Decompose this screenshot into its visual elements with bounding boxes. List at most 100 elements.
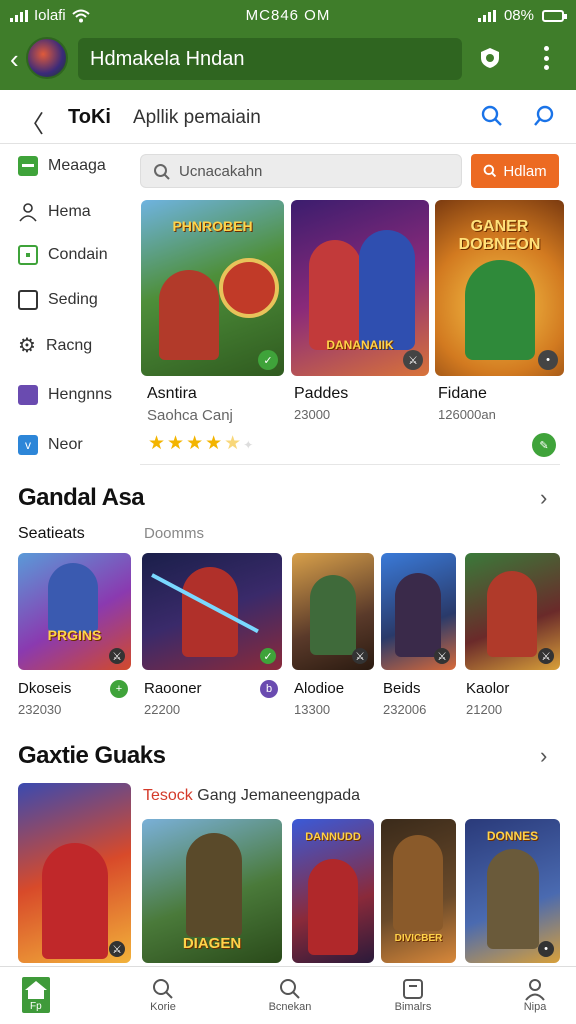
- card-subtitle: 126000an: [438, 407, 496, 422]
- chat-search-icon[interactable]: [532, 104, 556, 128]
- game-card[interactable]: DONNES •: [465, 819, 560, 963]
- more-options-icon[interactable]: [534, 46, 558, 70]
- game-card[interactable]: ⚔: [18, 783, 131, 963]
- sidebar-item-label: Condain: [48, 246, 108, 263]
- sidebar-item-label: Neor: [48, 436, 83, 453]
- card-title: Raooner: [144, 680, 202, 697]
- nav-label: Korie: [150, 1001, 176, 1013]
- game-card[interactable]: DIAGEN: [142, 819, 282, 963]
- section-title: Gaxtie Guaks: [18, 742, 166, 769]
- game-card[interactable]: ⚔: [381, 553, 456, 670]
- search-icon: [280, 979, 300, 999]
- sidebar-item-label: Racng: [45, 337, 93, 354]
- game-card[interactable]: DIVICBER: [381, 819, 456, 963]
- back-arrow-icon[interactable]: ‹: [10, 46, 19, 72]
- status-bar: Iolaﬁ MC846 OM 08%: [0, 0, 576, 32]
- card-title: Kaolor: [466, 680, 510, 697]
- section-title: Gandal Asa: [18, 484, 145, 511]
- search-button[interactable]: Hdlam: [471, 154, 559, 188]
- green-square-icon: [18, 156, 38, 176]
- status-right: 08%: [477, 7, 567, 24]
- battery-percent: 08%: [503, 7, 534, 24]
- tab-doomms[interactable]: Doomms: [144, 525, 204, 542]
- game-card[interactable]: DANNUDD: [292, 819, 374, 963]
- card-art-title: DANNUDD: [305, 831, 361, 843]
- avatar[interactable]: [26, 37, 68, 79]
- nav-home[interactable]: Fp: [22, 977, 50, 1013]
- search-icon: [483, 164, 497, 178]
- sidebar-item-label: Meaaga: [48, 157, 106, 174]
- home-icon: [25, 981, 47, 999]
- game-card[interactable]: ⚔: [465, 553, 560, 670]
- toolbar: 〈 ToKi Apllik pemaiain: [0, 90, 576, 144]
- card-title: Paddes: [294, 385, 349, 402]
- card-title: Fidane: [438, 385, 487, 402]
- rating-stars: ★★★★★✦: [148, 433, 256, 454]
- toolbar-subtitle: Apllik pemaiain: [133, 107, 261, 128]
- sidebar-item-label: Hema: [48, 203, 91, 220]
- game-card[interactable]: PRGINS ⚔: [18, 553, 131, 670]
- shield-icon[interactable]: [478, 46, 502, 70]
- sidebar-item-hema[interactable]: Hema: [18, 202, 91, 222]
- section-subtitle: Tesock Gang Jemaneengpada: [143, 787, 360, 805]
- nav-bcnekan[interactable]: Bcnekan: [260, 977, 320, 1013]
- search-placeholder: Ucnacakahn: [179, 163, 263, 180]
- game-card[interactable]: ✓: [142, 553, 282, 670]
- featured-card[interactable]: PHNROBEH ✓: [141, 200, 284, 376]
- nav-nipa[interactable]: Nipa: [505, 977, 565, 1013]
- subtitle-highlight: Tesock: [143, 787, 193, 804]
- card-subtitle: 23000: [294, 407, 331, 422]
- game-card[interactable]: ⚔: [292, 553, 374, 670]
- featured-card[interactable]: GANER DOBNEON •: [435, 200, 564, 376]
- nav-bimalrs[interactable]: Bimalrs: [383, 977, 443, 1013]
- bottom-nav: Fp Korie Bcnekan Bimalrs Nipa: [0, 966, 576, 1024]
- sidebar-item-meaaga[interactable]: Meaaga: [18, 156, 106, 176]
- nav-label: Nipa: [523, 1001, 547, 1013]
- plus-icon[interactable]: +: [110, 680, 128, 698]
- featured-card[interactable]: DANANAIIK ⚔: [291, 200, 429, 376]
- card-art-title: DANANAIIK: [326, 338, 394, 352]
- card-art-title: DONNES: [486, 829, 539, 843]
- search-icon[interactable]: [480, 104, 504, 128]
- sidebar-item-seding[interactable]: Seding: [18, 290, 98, 310]
- person-icon: [19, 203, 37, 222]
- sword-icon: ⚔: [538, 648, 554, 664]
- sword-icon: ⚔: [109, 648, 125, 664]
- gear-icon: ⚙: [18, 335, 36, 357]
- sidebar-item-neor[interactable]: v Neor: [18, 435, 83, 455]
- card-subtitle: 22200: [144, 702, 181, 717]
- back-icon[interactable]: 〈: [20, 104, 44, 139]
- signal-icon: [477, 9, 496, 22]
- edit-icon[interactable]: ✎: [532, 433, 556, 457]
- check-icon: ✓: [260, 648, 276, 664]
- search-icon: [154, 164, 170, 180]
- sidebar-item-racng[interactable]: ⚙ Racng: [18, 336, 92, 356]
- profile-icon: [525, 979, 545, 1001]
- chevron-right-icon[interactable]: ›: [540, 485, 547, 511]
- card-art-title: GANER DOBNEON: [458, 218, 541, 253]
- green-outline-square-icon: [18, 245, 38, 265]
- chevron-right-icon[interactable]: ›: [540, 743, 547, 769]
- tab-seatieats[interactable]: Seatieats: [18, 525, 85, 543]
- app-bar: ‹ Hdmakela Hndan: [0, 32, 576, 90]
- nav-label: Fp: [30, 1001, 42, 1012]
- screen-icon: [18, 290, 38, 310]
- card-title: Beids: [383, 680, 421, 697]
- battery-icon: [542, 9, 567, 22]
- subtitle-text: Gang Jemaneengpada: [197, 787, 361, 804]
- app-title[interactable]: Hdmakela Hndan: [78, 38, 462, 80]
- search-input[interactable]: Ucnacakahn: [140, 154, 462, 188]
- sidebar: Meaaga Hema Condain Seding ⚙ Racng Hengn…: [0, 144, 132, 474]
- card-icon: [403, 979, 423, 999]
- sidebar-item-condain[interactable]: Condain: [18, 245, 108, 265]
- sword-icon: ⚔: [434, 648, 450, 664]
- divider: [140, 464, 560, 465]
- nav-korie[interactable]: Korie: [133, 977, 193, 1013]
- card-art-title: DIVICBER: [394, 933, 443, 944]
- card-art-title: DIAGEN: [182, 935, 242, 952]
- sword-icon: ⚔: [109, 941, 125, 957]
- sidebar-item-hengnns[interactable]: Hengnns: [18, 385, 112, 405]
- blue-square-icon: v: [18, 435, 38, 455]
- info-icon[interactable]: b: [260, 680, 278, 698]
- nav-label: Bimalrs: [394, 1001, 432, 1013]
